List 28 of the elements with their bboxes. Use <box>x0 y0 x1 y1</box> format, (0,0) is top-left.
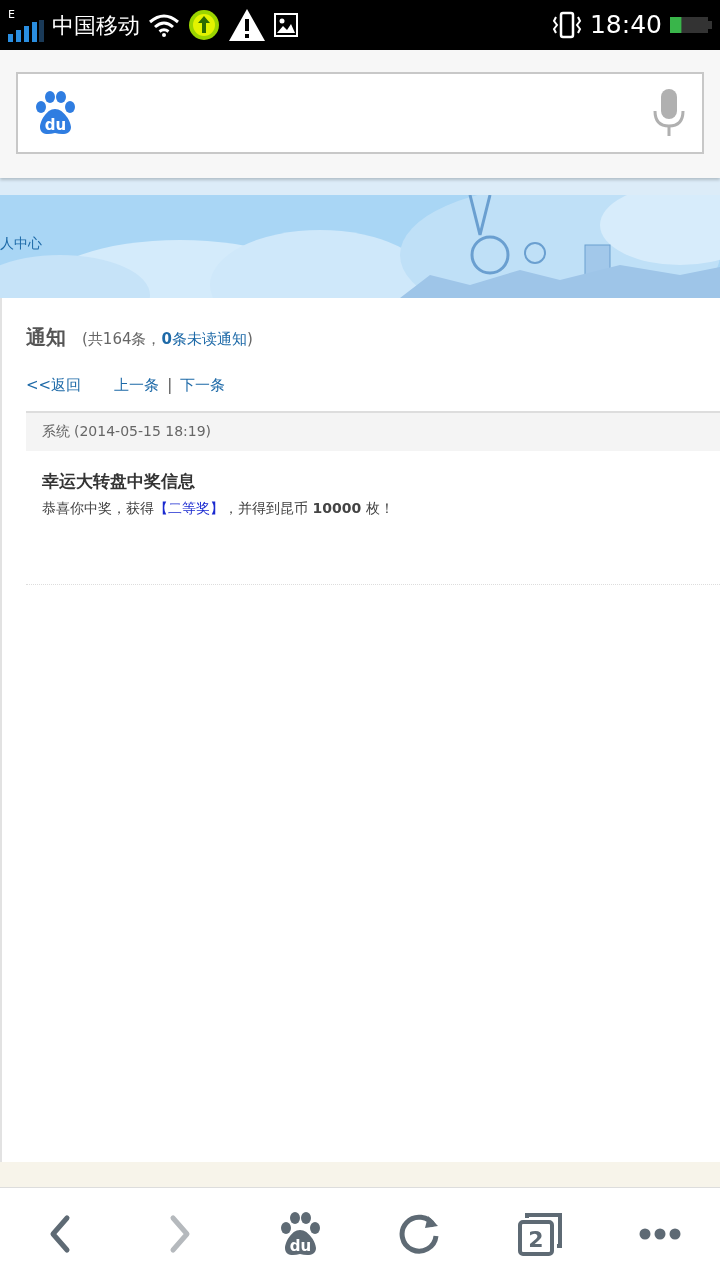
nav-link[interactable]: 上一条 <box>114 374 160 397</box>
sender-label: 系统 <box>42 422 70 441</box>
image-icon <box>274 13 298 37</box>
paw-logo-icon <box>36 91 75 135</box>
home-button[interactable]: du <box>279 1211 321 1257</box>
signal-icon <box>8 19 44 42</box>
prize-link[interactable]: 【二等奖】 <box>154 500 224 516</box>
warning-icon <box>228 8 266 42</box>
logo-text: du <box>44 116 67 134</box>
separator-text: | <box>167 375 173 396</box>
search-field[interactable]: du <box>16 72 704 154</box>
carrier-name: 中国移动 <box>52 11 140 40</box>
message-body: 恭喜你中奖，获得【二等奖】，并得到昆币 10000 枚！ <box>42 499 395 518</box>
upload-icon <box>188 9 220 41</box>
notice-title: 通知 <box>26 324 66 351</box>
nav-link[interactable]: 下一条 <box>180 374 226 397</box>
more-menu-button[interactable] <box>639 1228 681 1240</box>
notice-count: (共164条，0条未读通知) <box>82 329 253 350</box>
nav-link[interactable]: <<返回 <box>26 374 82 397</box>
wifi-icon <box>148 13 180 37</box>
clock-time: 18:40 <box>589 9 662 42</box>
battery-icon <box>670 15 712 35</box>
message-time: (2014-05-15 18:19) <box>74 422 212 441</box>
vibrate-icon <box>551 11 582 39</box>
unread-link[interactable]: 0条未读通知 <box>161 330 247 348</box>
network-type-label: E <box>8 8 16 20</box>
banner-link[interactable]: 人中心 <box>0 233 42 254</box>
message-title: 幸运大转盘中奖信息 <box>42 469 196 493</box>
